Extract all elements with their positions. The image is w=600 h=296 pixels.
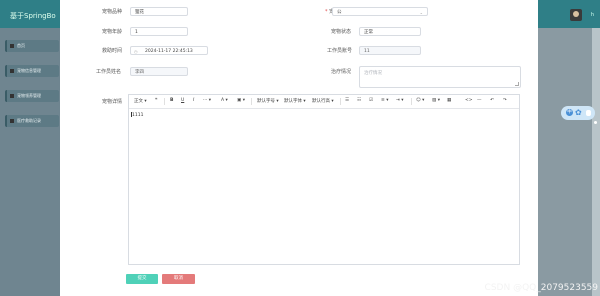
sidebar-item-pet-info[interactable]: 宠物信息管理 [5, 65, 59, 77]
underline-icon[interactable]: U [181, 98, 184, 103]
treatment-label: 治疗情况 [331, 69, 352, 75]
home-icon [10, 44, 14, 48]
pet-gender-select[interactable]: 公 ⌄ [332, 7, 428, 16]
pet-status-label: 宠物状态 [331, 29, 352, 35]
bold-icon[interactable]: B [170, 98, 173, 103]
sidebar-item-medical[interactable]: 医疗救助记录 [5, 115, 59, 127]
watermark: CSDN @QQ_2079523559 [484, 283, 598, 293]
toolbar-divider [164, 98, 165, 105]
todo-icon[interactable]: ☑ [369, 98, 373, 103]
submit-button[interactable]: 提交 [126, 274, 158, 284]
editor-content[interactable]: 1111 [132, 113, 143, 118]
scroll-thumb[interactable] [594, 121, 597, 124]
editor-toolbar: 正文 ▾ ❝ B U I ··· ▾ A ▾ ▣ ▾ 默认字号 ▾ 默认字体 ▾… [129, 95, 519, 109]
shirt-icon[interactable]: ✿ [575, 108, 582, 117]
sidebar-item-label: 宠物信息管理 [17, 68, 41, 73]
paragraph-select[interactable]: 正文 ▾ [134, 98, 147, 104]
cancel-button[interactable]: 取消 [162, 274, 195, 284]
toolbar-divider [340, 98, 341, 105]
worker-name-input[interactable]: 李四 [130, 67, 188, 76]
floating-toolbar[interactable]: 中 ✿ [561, 106, 595, 120]
sidebar-item-adoption[interactable]: 宠物领养管理 [5, 90, 59, 102]
pet-age-label: 宠物年龄 [102, 29, 123, 35]
pet-age-input[interactable]: 1 [130, 27, 188, 36]
indent-icon[interactable]: ⇥ ▾ [396, 98, 403, 103]
align-icon[interactable]: ≡ ▾ [381, 98, 388, 103]
bullet-list-icon[interactable]: ☰ [345, 98, 349, 103]
avatar[interactable] [570, 9, 582, 21]
divider-icon[interactable]: — [477, 98, 482, 103]
sidebar-item-home[interactable]: 首页 [5, 40, 59, 52]
redo-icon[interactable]: ↷ [503, 98, 507, 103]
more-style-icon[interactable]: ··· ▾ [203, 98, 211, 103]
rich-text-editor[interactable]: 正文 ▾ ❝ B U I ··· ▾ A ▾ ▣ ▾ 默认字号 ▾ 默认字体 ▾… [128, 94, 520, 265]
menu-icon [10, 69, 14, 73]
worker-no-input[interactable]: 11 [359, 46, 421, 55]
treat-time-label: 救助时间 [102, 48, 123, 54]
app-title: 基于SpringBo [10, 12, 56, 20]
numbered-list-icon[interactable]: ☷ [357, 98, 361, 103]
worker-name-label: 工作员姓名 [96, 69, 122, 75]
sidebar-item-label: 首页 [17, 43, 25, 48]
line-height-select[interactable]: 默认行高 ▾ [312, 98, 334, 104]
ime-icon[interactable]: 中 [566, 109, 573, 116]
sidebar: 首页 宠物信息管理 宠物领养管理 医疗救助记录 [0, 28, 60, 296]
emoji-icon[interactable]: ☺ ▾ [416, 98, 424, 103]
undo-icon[interactable]: ↶ [490, 98, 494, 103]
user-name: h [590, 12, 594, 18]
sidebar-item-label: 医疗救助记录 [17, 118, 41, 123]
table-icon[interactable]: ▦ [447, 98, 451, 103]
font-family-select[interactable]: 默认字体 ▾ [284, 98, 306, 104]
quote-icon[interactable]: ❝ [155, 98, 157, 103]
pet-status-input[interactable]: 正常 [359, 27, 421, 36]
font-color-icon[interactable]: A ▾ [221, 98, 228, 103]
toolbar-divider [411, 98, 412, 105]
treat-time-picker[interactable]: ◷ 2024-11-17 22:45:13 [130, 46, 208, 55]
sidebar-item-label: 宠物领养管理 [17, 93, 41, 98]
calendar-icon: ◷ [134, 49, 138, 54]
code-icon[interactable]: <> [465, 98, 473, 103]
pet-breed-label: 宠物品种 [102, 9, 123, 15]
page-scrollbar[interactable] [592, 28, 600, 296]
chevron-down-icon: ⌄ [419, 10, 423, 15]
toolbar-divider [251, 98, 252, 105]
pet-breed-input[interactable]: 狸花 [130, 7, 188, 16]
panel-icon[interactable] [586, 110, 591, 116]
menu-icon [10, 94, 14, 98]
font-size-select[interactable]: 默认字号 ▾ [257, 98, 279, 104]
resize-handle-icon[interactable] [515, 82, 519, 86]
worker-no-label: 工作员账号 [327, 48, 353, 54]
menu-icon [10, 119, 14, 123]
image-icon[interactable]: ▨ ▾ [432, 98, 440, 103]
detail-label: 宠物详情 [102, 99, 123, 105]
bg-color-icon[interactable]: ▣ ▾ [237, 98, 245, 103]
treatment-textarea[interactable]: 治疗情况 [359, 66, 521, 88]
italic-icon[interactable]: I [193, 98, 194, 103]
